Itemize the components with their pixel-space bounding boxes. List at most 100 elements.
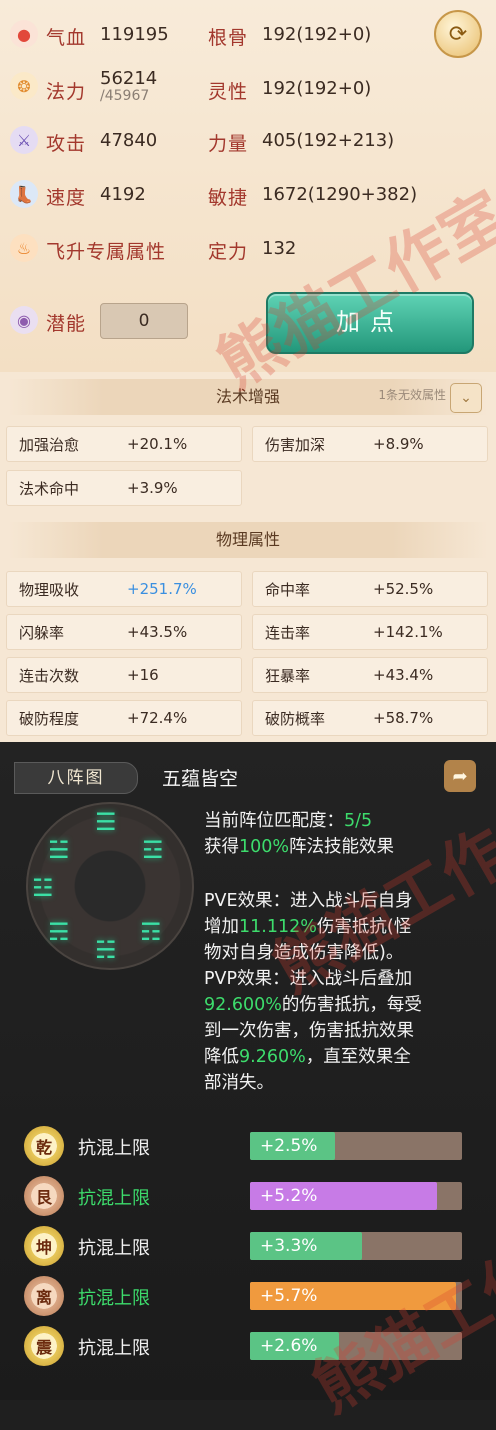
bonus-label: 抗混上限 [78,1338,150,1359]
attr-value: +43.5% [127,623,188,641]
potential-orb-icon: ◉ [10,306,38,334]
bonus-bar: +5.2% [250,1182,462,1210]
attr-name: 破防程度 [19,710,80,728]
bonus-value: +5.7% [260,1286,318,1306]
effect-gain-text: 获得100%阵法技能效果 [204,837,395,857]
hp-label: 气血 [46,27,87,49]
attr-name: 连击率 [265,624,311,642]
spirit-label: 灵性 [208,81,249,103]
trigram-icon[interactable]: ☵ [95,936,117,964]
formation-name: 五蕴皆空 [162,768,239,790]
constitution-value: 192(192+0) [262,24,372,45]
attr-value: +251.7% [127,580,197,598]
chevron-down-icon: ⌄ [460,390,472,406]
trigram-badge-icon[interactable]: 坤 [24,1226,64,1266]
agility-value: 1672(1290+382) [262,184,418,205]
attr-value: +43.4% [373,666,434,684]
trigram-icon[interactable]: ☴ [48,918,70,946]
focus-label: 定力 [208,241,249,263]
trigram-icon[interactable]: ☳ [32,874,54,902]
stat-row-attack: ⚔ 攻击 47840 力量 405(192+213) [0,120,496,160]
attr-value: +3.9% [127,479,178,497]
pvp-effect-line3: 到一次伤害，伤害抵抗效果 [204,1021,414,1041]
bonus-bar: +2.5% [250,1132,462,1160]
trigram-badge-icon[interactable]: 震 [24,1326,64,1366]
trigram-icon[interactable]: ☶ [140,918,162,946]
agility-label: 敏捷 [208,187,249,209]
attr-name: 狂暴率 [265,667,311,685]
attr-cell: 闪躲率 +43.5% [6,614,242,650]
attr-value: +16 [127,666,159,684]
trigram-icon[interactable]: ☰ [95,808,117,836]
bonus-bar: +3.3% [250,1232,462,1260]
attr-value: +52.5% [373,580,434,598]
trigram-badge-icon[interactable]: 离 [24,1276,64,1316]
stat-row-hp: ● 气血 119195 根骨 192(192+0) [0,14,496,54]
invalid-attribute-note: 1条无效属性 [378,388,446,402]
strength-label: 力量 [208,133,249,155]
trigram-badge-icon[interactable]: 艮 [24,1176,64,1216]
share-button[interactable]: ➦ [444,760,476,792]
bonus-row: 艮抗混上限 +5.2% [18,1174,488,1218]
trigram-badge-icon[interactable]: 乾 [24,1126,64,1166]
boot-icon: 👢 [10,180,38,208]
refresh-button[interactable]: ⟳ [434,10,482,58]
speed-value: 4192 [100,184,146,205]
pvp-effect-line5: 部消失。 [204,1073,274,1093]
sword-icon: ⚔ [10,126,38,154]
attr-name: 伤害加深 [265,436,326,454]
attr-cell: 狂暴率 +43.4% [252,657,488,693]
pvp-effect-line4: 降低9.260%，直至效果全 [204,1047,411,1067]
blood-drop-icon: ● [10,20,38,48]
trigram-icon[interactable]: ☱ [48,836,70,864]
bonus-value: +5.2% [260,1186,318,1206]
bonus-label: 抗混上限 [78,1288,150,1309]
expand-dropdown-button[interactable]: ⌄ [450,383,482,413]
attack-value: 47840 [100,130,158,151]
flame-icon: ♨ [10,234,38,262]
attr-value: +20.1% [127,435,188,453]
match-degree-text: 当前阵位匹配度：5/5 [204,811,373,831]
attr-name: 法术命中 [19,480,80,498]
attr-name: 物理吸收 [19,581,80,599]
attr-name: 连击次数 [19,667,80,685]
attr-cell: 法术命中 +3.9% [6,470,242,506]
bonus-value: +3.3% [260,1236,318,1256]
attr-cell: 破防程度 +72.4% [6,700,242,736]
bonus-label: 抗混上限 [78,1238,150,1259]
bonus-label: 抗混上限 [78,1188,150,1209]
strength-value: 405(192+213) [262,130,395,151]
focus-value: 132 [262,238,297,259]
mana-value: 56214 [100,68,158,89]
potential-value: 0 [100,303,188,339]
attr-cell: 破防概率 +58.7% [252,700,488,736]
attr-value: +72.4% [127,709,188,727]
attr-name: 破防概率 [265,710,326,728]
stat-row-mana: ❂ 法力 56214 /45967 灵性 192(192+0) [0,66,496,106]
spirit-value: 192(192+0) [262,78,372,99]
bonus-value: +2.5% [260,1136,318,1156]
speed-label: 速度 [46,187,87,209]
attack-label: 攻击 [46,133,87,155]
ascend-label[interactable]: 飞升专属属性 [46,237,166,264]
physical-section-title: 物理属性 [8,522,488,558]
attr-value: +8.9% [373,435,424,453]
attr-name: 命中率 [265,581,311,599]
potential-label: 潜能 [46,313,87,335]
attr-cell: 加强治愈 +20.1% [6,426,242,462]
trigram-icon[interactable]: ☲ [142,836,164,864]
attr-value: +142.1% [373,623,443,641]
bonus-row: 乾抗混上限 +2.5% [18,1124,488,1168]
attr-cell: 物理吸收 +251.7% [6,571,242,607]
tab-formation[interactable]: 八阵图 [14,762,138,794]
attr-cell: 连击率 +142.1% [252,614,488,650]
attr-cell: 伤害加深 +8.9% [252,426,488,462]
attr-value: +58.7% [373,709,434,727]
refresh-icon: ⟳ [448,21,468,47]
bonus-label: 抗混上限 [78,1138,150,1159]
mana-max: /45967 [100,88,150,104]
mana-swirl-icon: ❂ [10,72,38,100]
constitution-label: 根骨 [208,27,249,49]
share-icon: ➦ [452,765,468,787]
attr-name: 加强治愈 [19,436,80,454]
